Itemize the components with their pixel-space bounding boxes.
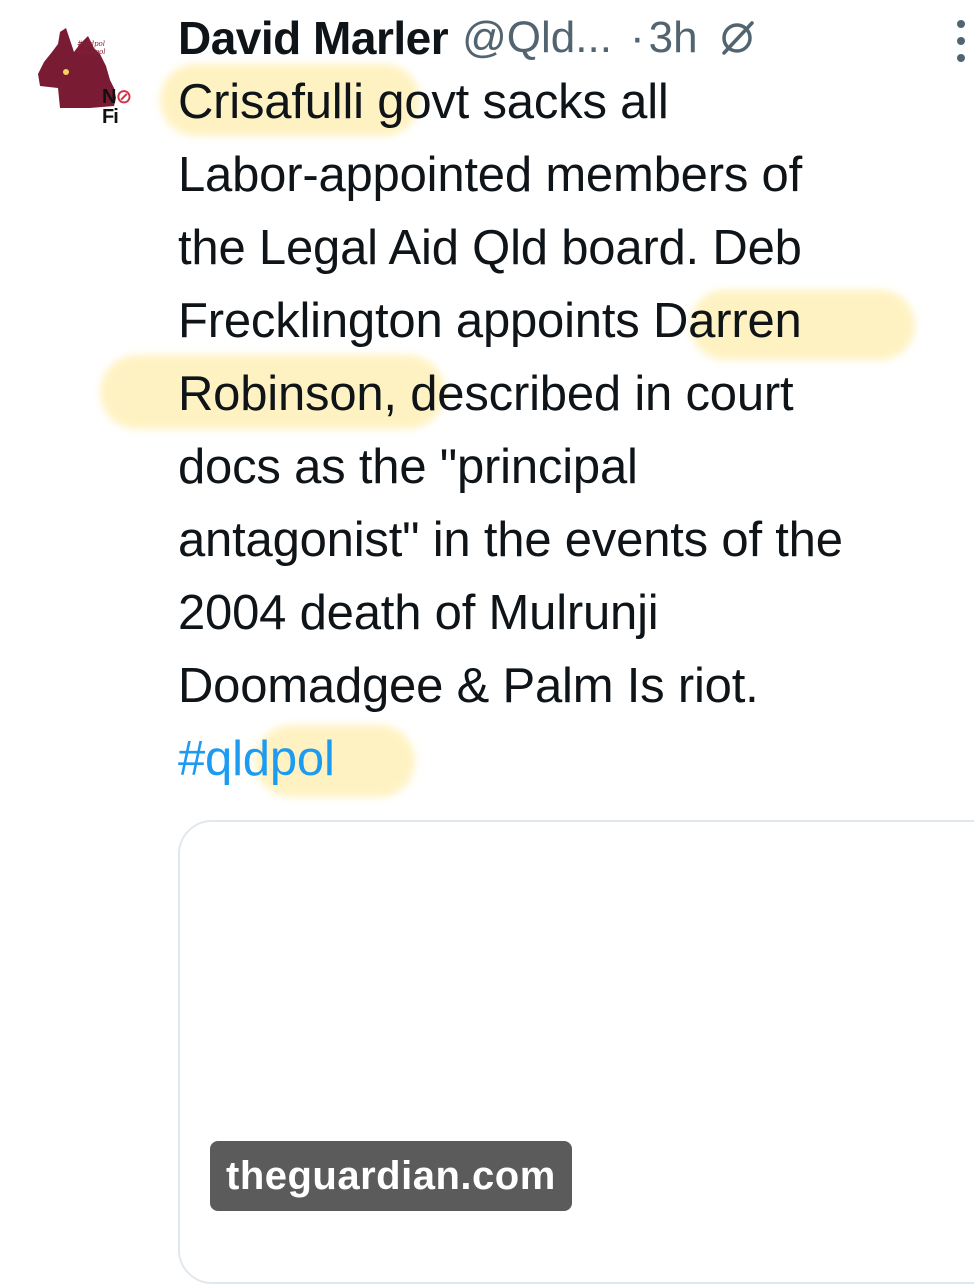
more-icon[interactable]	[954, 16, 968, 66]
author-handle[interactable]: @Qld...	[462, 13, 612, 63]
avatar[interactable]: #qldpol #auspol N⊘ Fi	[30, 22, 150, 142]
tweet-line: antagonist" in the events of the	[178, 513, 843, 567]
tweet-line: Labor-appointed members of	[178, 148, 803, 202]
tweet-line: Doomadgee & Palm Is riot.	[178, 659, 759, 713]
edited-icon[interactable]	[716, 17, 758, 59]
avatar-logo-bottom: Fi	[102, 106, 119, 128]
separator-dot: ·	[629, 13, 645, 62]
tweet-line: docs as the "principal	[178, 440, 638, 494]
tweet-text: Crisafulli govt sacks all Labor-appointe…	[178, 66, 968, 796]
hashtag-link[interactable]: #qldpol	[178, 723, 968, 796]
tweet-header: David Marler @Qld... · 3h	[178, 8, 758, 68]
tweet-timestamp[interactable]: 3h	[649, 13, 698, 63]
avatar-caption: #qldpol #auspol	[76, 40, 106, 56]
tweet-line: Frecklington appoints Darren	[178, 294, 802, 348]
author-name[interactable]: David Marler	[178, 11, 449, 65]
link-preview-card[interactable]	[178, 820, 974, 1284]
tweet-line: Crisafulli govt sacks all	[178, 75, 669, 129]
tweet-line: the Legal Aid Qld board. Deb	[178, 221, 802, 275]
tweet-line: Robinson, described in court	[178, 367, 794, 421]
link-domain-badge[interactable]: theguardian.com	[210, 1141, 572, 1211]
tweet-line: 2004 death of Mulrunji	[178, 586, 659, 640]
